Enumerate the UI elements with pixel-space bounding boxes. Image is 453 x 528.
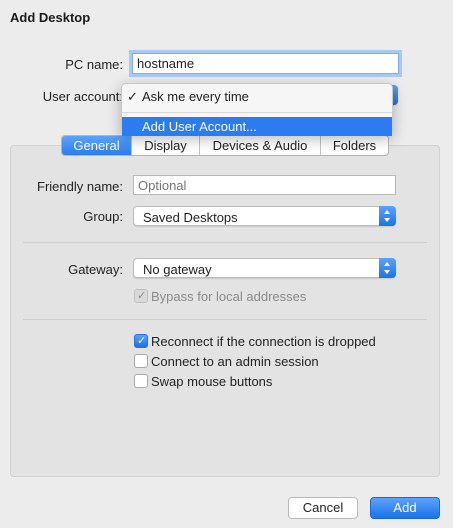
- cancel-button[interactable]: Cancel: [288, 497, 358, 519]
- chevron-updown-icon: [379, 206, 396, 226]
- menu-item-label: Ask me every time: [142, 89, 249, 104]
- user-account-label: User account:: [42, 89, 123, 104]
- group-value: Saved Desktops: [143, 210, 238, 225]
- menu-item-ask-every-time[interactable]: ✓ Ask me every time: [122, 87, 392, 106]
- tab-general[interactable]: General: [62, 136, 132, 155]
- admin-session-checkbox[interactable]: [134, 354, 148, 368]
- swap-mouse-label: Swap mouse buttons: [151, 374, 273, 389]
- window-title: Add Desktop: [10, 10, 91, 25]
- menu-item-add-user-account[interactable]: Add User Account...: [122, 117, 392, 136]
- pc-name-value: hostname: [137, 56, 195, 71]
- tab-folders[interactable]: Folders: [321, 136, 388, 155]
- reconnect-label: Reconnect if the connection is dropped: [151, 334, 376, 349]
- divider: [23, 319, 427, 320]
- bypass-label: Bypass for local addresses: [151, 289, 307, 304]
- checkmark-icon: ✓: [127, 89, 138, 104]
- user-account-menu: ✓ Ask me every time Add User Account...: [121, 83, 393, 136]
- group-popup[interactable]: Saved Desktops: [133, 206, 396, 226]
- chevron-updown-icon: [379, 258, 396, 278]
- pc-name-input[interactable]: hostname: [132, 53, 399, 74]
- divider: [23, 242, 427, 243]
- tab-display[interactable]: Display: [132, 136, 200, 155]
- gateway-label: Gateway:: [68, 262, 123, 277]
- pc-name-label: PC name:: [65, 57, 123, 72]
- tab-devices-audio[interactable]: Devices & Audio: [200, 136, 321, 155]
- tab-bar: General Display Devices & Audio Folders: [61, 135, 389, 156]
- menu-separator: [122, 112, 392, 113]
- gateway-value: No gateway: [143, 262, 212, 277]
- friendly-name-input[interactable]: [133, 175, 396, 195]
- friendly-name-label: Friendly name:: [37, 179, 123, 194]
- reconnect-checkbox[interactable]: [134, 334, 148, 348]
- group-label: Group:: [83, 209, 123, 224]
- add-button[interactable]: Add: [370, 497, 440, 519]
- gateway-popup[interactable]: No gateway: [133, 258, 396, 278]
- menu-item-label: Add User Account...: [142, 119, 257, 134]
- admin-session-label: Connect to an admin session: [151, 354, 319, 369]
- bypass-checkbox[interactable]: [134, 289, 148, 303]
- swap-mouse-checkbox[interactable]: [134, 374, 148, 388]
